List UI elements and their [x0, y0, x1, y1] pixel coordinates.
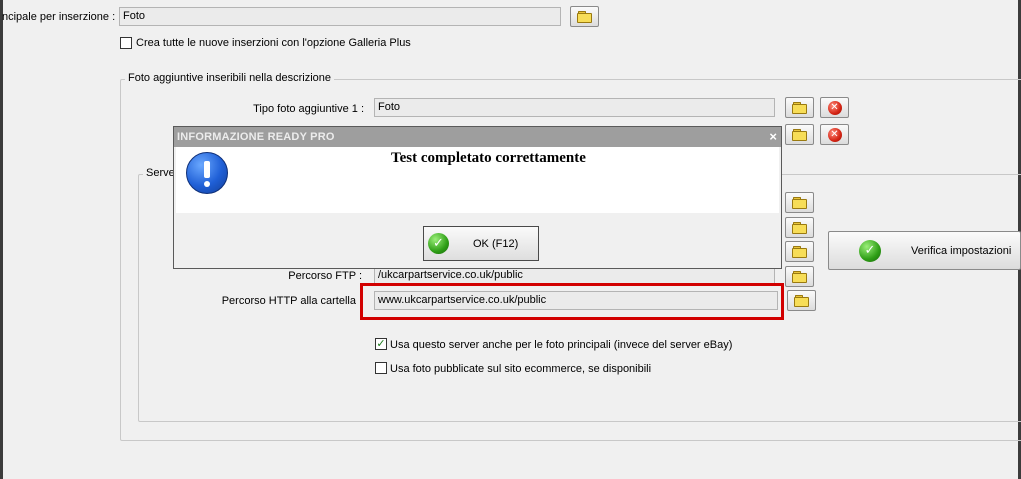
galleria-plus-checkbox[interactable] [120, 37, 132, 49]
folder-icon [792, 222, 807, 234]
checkmark-icon: ✓ [859, 239, 881, 262]
delete-icon: ✕ [827, 127, 842, 142]
dialog-body: Test completato correttamente [176, 147, 779, 213]
use-ecommerce-label: Usa foto pubblicate sul sito ecommerce, … [390, 363, 652, 375]
use-for-main-checkbox[interactable]: ✓ [375, 338, 387, 350]
info-icon [186, 152, 228, 194]
verify-settings-label: Verifica impostazioni [911, 244, 1012, 257]
galleria-plus-label: Crea tutte le nuove inserzioni con l'opz… [136, 37, 411, 49]
checkmark-icon: ✓ [428, 233, 449, 254]
info-dialog: INFORMAZIONE READY PRO × Test completato… [173, 126, 782, 269]
folder-icon [792, 197, 807, 209]
window-left-border [0, 0, 3, 479]
main-photo-label: ncipale per inserzione : [2, 11, 116, 23]
verify-settings-button[interactable]: ✓ Verifica impostazioni [828, 231, 1021, 270]
ftp-path-browse-button[interactable] [785, 266, 814, 287]
delete-icon: ✕ [827, 100, 842, 115]
server-browse-button-1[interactable] [785, 192, 814, 213]
dialog-close-button[interactable]: × [769, 127, 777, 146]
folder-icon [792, 271, 807, 283]
dialog-ok-button[interactable]: ✓ OK (F12) [423, 226, 539, 261]
ftp-path-label: Percorso FTP : [288, 270, 362, 282]
folder-icon [792, 102, 807, 114]
dialog-title: INFORMAZIONE READY PRO [174, 127, 781, 147]
additional-photo-1-browse-button[interactable] [785, 97, 814, 118]
folder-icon [577, 11, 592, 23]
additional-photo-1-delete-button[interactable]: ✕ [820, 97, 849, 118]
highlight-annotation [360, 283, 784, 320]
main-photo-field[interactable]: Foto [119, 7, 561, 26]
folder-icon [792, 246, 807, 258]
additional-photo-1-label: Tipo foto aggiuntive 1 : [253, 103, 364, 115]
additional-photo-2-delete-button[interactable]: ✕ [820, 124, 849, 145]
server-browse-button-2[interactable] [785, 217, 814, 238]
main-photo-browse-button[interactable] [570, 6, 599, 27]
folder-icon [794, 295, 809, 307]
additional-photo-2-browse-button[interactable] [785, 124, 814, 145]
http-path-label: Percorso HTTP alla cartella [221, 295, 356, 307]
use-for-main-label: Usa questo server anche per le foto prin… [390, 339, 733, 351]
additional-photos-group-title: Foto aggiuntive inseribili nella descriz… [125, 72, 335, 84]
dialog-message: Test completato correttamente [391, 150, 586, 166]
additional-photo-1-field[interactable]: Foto [374, 98, 775, 117]
http-path-browse-button[interactable] [787, 290, 816, 311]
server-browse-button-3[interactable] [785, 241, 814, 262]
use-ecommerce-checkbox[interactable] [375, 362, 387, 374]
folder-icon [792, 129, 807, 141]
dialog-ok-label: OK (F12) [473, 237, 519, 250]
